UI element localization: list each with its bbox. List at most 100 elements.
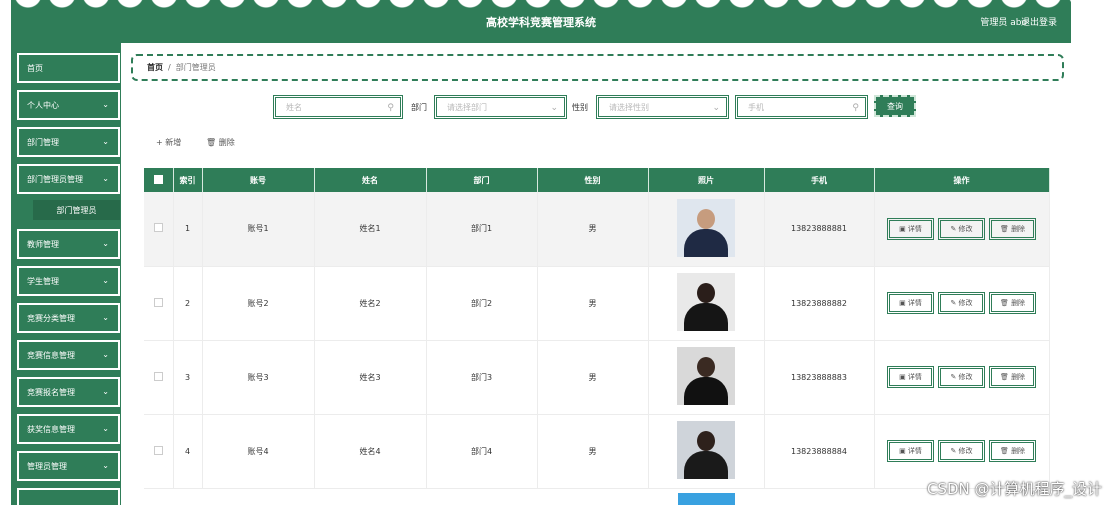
delete-label: 删除 — [1011, 447, 1026, 455]
detail-button[interactable]: ▣ 详情 — [887, 366, 934, 388]
sidebar-item-more[interactable] — [17, 488, 120, 508]
sidebar-item-label: 管理员管理 — [27, 461, 67, 471]
row-checkbox[interactable] — [144, 192, 174, 267]
cell-actions: ▣ 详情 ✎ 修改 🗑 删除 — [874, 340, 1050, 415]
detail-icon: ▣ — [899, 447, 906, 455]
phone-search-input[interactable]: 手机 ⚲ — [735, 95, 868, 119]
cell-name: 姓名3 — [314, 340, 427, 415]
batch-delete-button[interactable]: 🗑 删除 — [206, 137, 235, 148]
table-row: 2 账号2 姓名2 部门2 男 13823888882 ▣ 详情 ✎ 修改 🗑 删除 — [144, 266, 1050, 341]
cell-account: 账号1 — [202, 192, 315, 267]
sidebar-item-contest-category[interactable]: 竞赛分类管理 ⌄ — [17, 303, 120, 333]
breadcrumb: 首页 / 部门管理员 — [131, 54, 1064, 81]
sidebar-item-admin[interactable]: 管理员管理 ⌄ — [17, 451, 120, 481]
col-header-gender: 性别 — [537, 168, 649, 192]
sidebar-subitem-dept-admin[interactable]: 部门管理员 — [33, 200, 120, 220]
sidebar-item-home[interactable]: 首页 — [17, 53, 120, 83]
edit-icon: ✎ — [950, 447, 957, 455]
user-photo — [677, 198, 735, 257]
col-header-photo: 照片 — [648, 168, 765, 192]
chevron-down-icon: ⌄ — [102, 137, 109, 146]
sidebar-item-registration[interactable]: 竞赛报名管理 ⌄ — [17, 377, 120, 407]
breadcrumb-current: 部门管理员 — [175, 63, 216, 72]
logout-link[interactable]: 退出登录 — [1021, 15, 1057, 28]
gender-select[interactable]: 请选择性别 ⌄ — [596, 95, 729, 119]
watermark: CSDN @计算机程序_设计 — [926, 480, 1102, 498]
delete-button[interactable]: 🗑 删除 — [989, 440, 1036, 462]
col-header-account: 账号 — [202, 168, 315, 192]
user-photo-partial — [678, 493, 735, 505]
delete-label: 删除 — [1011, 224, 1026, 233]
top-bar: 高校学科竞赛管理系统 管理员 abo 退出登录 — [11, 0, 1071, 43]
breadcrumb-home[interactable]: 首页 — [147, 62, 163, 73]
delete-button[interactable]: 🗑 删除 — [989, 292, 1036, 314]
sidebar-item-label: 竞赛报名管理 — [27, 387, 75, 397]
cell-photo — [648, 340, 765, 415]
name-placeholder: 姓名 — [286, 102, 302, 112]
dept-label: 部门 — [411, 103, 427, 112]
gender-placeholder: 请选择性别 — [609, 102, 649, 112]
sidebar-item-profile[interactable]: 个人中心 ⌄ — [17, 90, 120, 120]
select-all-checkbox[interactable] — [144, 168, 174, 192]
chevron-down-icon: ⌄ — [102, 276, 109, 285]
edit-label: 修改 — [958, 224, 973, 233]
delete-label: 删除 — [1011, 373, 1026, 381]
sidebar-item-contest-info[interactable]: 竞赛信息管理 ⌄ — [17, 340, 120, 370]
sidebar-item-dept-admin[interactable]: 部门管理员管理 ⌄ — [17, 164, 120, 194]
detail-icon: ▣ — [899, 224, 906, 233]
dept-select[interactable]: 请选择部门 ⌄ — [434, 95, 567, 119]
detail-button[interactable]: ▣ 详情 — [887, 440, 934, 462]
cell-dept: 部门4 — [426, 414, 538, 489]
chevron-down-icon: ⌄ — [102, 174, 109, 183]
app-title: 高校学科竞赛管理系统 — [486, 16, 596, 29]
name-search-input[interactable]: 姓名 ⚲ — [273, 95, 403, 119]
add-button[interactable]: + 新增 — [156, 137, 181, 148]
cell-name: 姓名1 — [314, 192, 427, 267]
query-button[interactable]: 查询 — [874, 95, 916, 117]
row-checkbox[interactable] — [144, 266, 174, 341]
dept-placeholder: 请选择部门 — [447, 102, 487, 112]
cell-gender: 男 — [537, 340, 649, 415]
phone-placeholder: 手机 — [748, 102, 764, 112]
batch-delete-label: 删除 — [218, 138, 235, 147]
scallop-decoration — [11, 0, 1071, 8]
row-checkbox[interactable] — [144, 414, 174, 489]
detail-button[interactable]: ▣ 详情 — [887, 217, 934, 240]
delete-label: 删除 — [1011, 299, 1026, 307]
cell-dept: 部门3 — [426, 340, 538, 415]
user-photo — [677, 347, 735, 405]
cell-account: 账号2 — [202, 266, 315, 341]
cell-gender: 男 — [537, 192, 649, 267]
detail-label: 详情 — [907, 299, 922, 307]
col-header-index: 索引 — [173, 168, 203, 192]
sidebar-item-student[interactable]: 学生管理 ⌄ — [17, 266, 120, 296]
edit-button[interactable]: ✎ 修改 — [938, 217, 985, 240]
chevron-down-icon: ⌄ — [102, 350, 109, 359]
delete-button[interactable]: 🗑 删除 — [989, 217, 1036, 240]
cell-gender: 男 — [537, 266, 649, 341]
sidebar-item-label: 获奖信息管理 — [27, 424, 75, 434]
edit-button[interactable]: ✎ 修改 — [938, 366, 985, 388]
cell-phone: 13823888881 — [764, 192, 875, 267]
sidebar-item-teacher[interactable]: 教师管理 ⌄ — [17, 229, 120, 259]
delete-button[interactable]: 🗑 删除 — [989, 366, 1036, 388]
detail-icon: ▣ — [899, 373, 906, 381]
edit-button[interactable]: ✎ 修改 — [938, 292, 985, 314]
cell-photo — [648, 414, 765, 489]
sidebar-item-label: 首页 — [27, 63, 43, 73]
sidebar-item-dept[interactable]: 部门管理 ⌄ — [17, 127, 120, 157]
table-row: 3 账号3 姓名3 部门3 男 13823888883 ▣ 详情 ✎ 修改 🗑 删除 — [144, 340, 1050, 415]
table-row: 4 账号4 姓名4 部门4 男 13823888884 ▣ 详情 ✎ 修改 🗑 删除 — [144, 414, 1050, 489]
sidebar-item-label: 教师管理 — [27, 239, 59, 249]
sidebar-item-awards[interactable]: 获奖信息管理 ⌄ — [17, 414, 120, 444]
sidebar-item-label: 部门管理 — [27, 137, 59, 147]
row-checkbox[interactable] — [144, 340, 174, 415]
gender-label: 性别 — [572, 103, 588, 112]
cell-photo — [648, 266, 765, 341]
edit-label: 修改 — [958, 447, 973, 455]
cell-actions: ▣ 详情 ✎ 修改 🗑 删除 — [874, 414, 1050, 489]
cell-index: 4 — [173, 414, 203, 489]
detail-button[interactable]: ▣ 详情 — [887, 292, 934, 314]
cell-phone: 13823888882 — [764, 266, 875, 341]
edit-button[interactable]: ✎ 修改 — [938, 440, 985, 462]
